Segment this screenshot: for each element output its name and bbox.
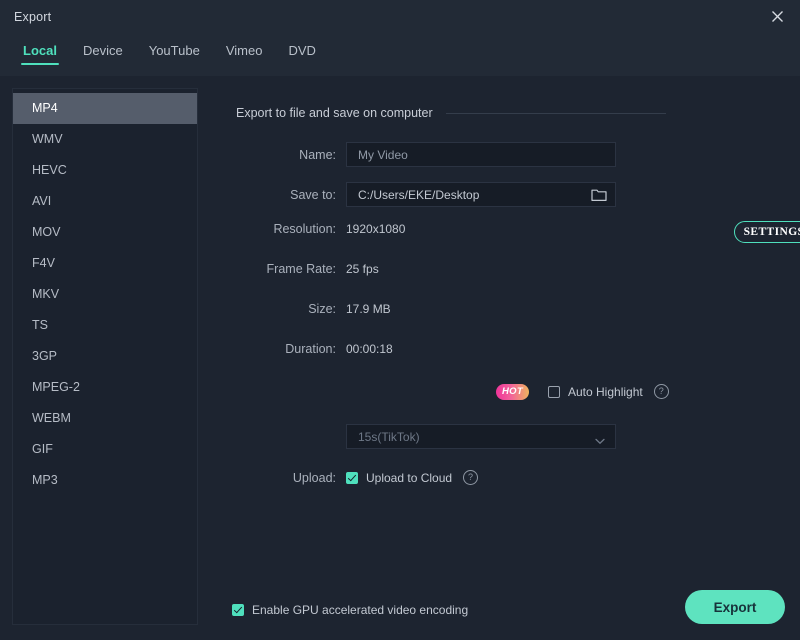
export-dialog: Export Local Device YouTube Vimeo DVD MP… — [0, 0, 800, 640]
save-to-row: Save to: C:/Users/EKE/Desktop — [198, 182, 616, 207]
gpu-acceleration-checkbox[interactable] — [232, 604, 244, 616]
size-label: Size: — [308, 302, 336, 316]
auto-highlight-checkbox-group[interactable]: Auto Highlight ? — [548, 384, 669, 399]
resolution-label: Resolution: — [273, 222, 336, 236]
frame-rate-row: Frame Rate: 25 fps — [198, 262, 379, 276]
auto-highlight-checkbox[interactable] — [548, 385, 560, 398]
title-bar: Export — [0, 0, 800, 33]
highlight-duration-row: 15s(TikTok) — [198, 424, 616, 449]
auto-highlight-help-icon[interactable]: ? — [653, 384, 669, 399]
format-item-gif[interactable]: GIF — [13, 434, 197, 465]
format-item-ts[interactable]: TS — [13, 310, 197, 341]
folder-icon — [591, 189, 607, 201]
format-item-wmv[interactable]: WMV — [13, 124, 197, 155]
name-row: Name: My Video — [198, 142, 616, 167]
tab-dvd[interactable]: DVD — [275, 33, 328, 66]
save-to-label: Save to: — [290, 187, 336, 202]
export-settings-panel: Export to file and save on computer Name… — [198, 88, 800, 625]
duration-row: Duration: 00:00:18 — [198, 342, 393, 356]
duration-value: 00:00:18 — [346, 342, 393, 356]
highlight-duration-select[interactable]: 15s(TikTok) — [346, 424, 616, 449]
format-item-3gp[interactable]: 3GP — [13, 341, 197, 372]
tab-vimeo[interactable]: Vimeo — [213, 33, 276, 66]
format-item-mp3[interactable]: MP3 — [13, 465, 197, 496]
gpu-acceleration-label: Enable GPU accelerated video encoding — [252, 603, 469, 617]
frame-rate-value: 25 fps — [346, 262, 379, 276]
name-label: Name: — [299, 147, 336, 162]
duration-label: Duration: — [285, 342, 336, 356]
section-title: Export to file and save on computer — [236, 106, 433, 120]
name-input[interactable]: My Video — [346, 142, 616, 167]
format-item-mp4[interactable]: MP4 — [13, 93, 197, 124]
auto-highlight-label: Auto Highlight — [568, 384, 643, 399]
auto-highlight-row: HOT Auto Highlight ? — [198, 383, 669, 400]
resolution-row: Resolution: 1920x1080 SETTINGS — [198, 221, 800, 243]
upload-to-cloud-label: Upload to Cloud — [366, 470, 453, 485]
settings-button[interactable]: SETTINGS — [734, 221, 800, 243]
tab-local[interactable]: Local — [10, 33, 70, 66]
size-row: Size: 17.9 MB — [198, 302, 391, 316]
tab-device[interactable]: Device — [70, 33, 136, 66]
close-icon — [771, 11, 783, 22]
highlight-duration-value: 15s(TikTok) — [358, 429, 420, 444]
upload-checkbox-group[interactable]: Upload to Cloud ? — [346, 470, 479, 485]
upload-label: Upload: — [292, 470, 336, 485]
format-item-webm[interactable]: WEBM — [13, 403, 197, 434]
section-header: Export to file and save on computer — [236, 106, 666, 120]
tab-youtube[interactable]: YouTube — [136, 33, 213, 66]
browse-folder-button[interactable] — [591, 187, 607, 205]
save-to-value: C:/Users/EKE/Desktop — [358, 187, 480, 202]
upload-row: Upload: Upload to Cloud ? — [198, 470, 479, 485]
format-item-mkv[interactable]: MKV — [13, 279, 197, 310]
window-title: Export — [14, 9, 52, 24]
frame-rate-label: Frame Rate: — [266, 262, 336, 276]
format-item-hevc[interactable]: HEVC — [13, 155, 197, 186]
size-value: 17.9 MB — [346, 302, 391, 316]
upload-help-icon[interactable]: ? — [463, 470, 479, 485]
gpu-checkbox-group[interactable]: Enable GPU accelerated video encoding — [232, 603, 468, 617]
format-item-mpeg2[interactable]: MPEG-2 — [13, 372, 197, 403]
format-item-avi[interactable]: AVI — [13, 186, 197, 217]
resolution-value: 1920x1080 — [346, 222, 406, 236]
format-item-f4v[interactable]: F4V — [13, 248, 197, 279]
close-button[interactable] — [754, 0, 800, 33]
hot-badge: HOT — [496, 383, 529, 400]
format-list: MP4 WMV HEVC AVI MOV F4V MKV TS 3GP MPEG… — [12, 88, 198, 625]
upload-to-cloud-checkbox[interactable] — [346, 471, 358, 484]
tab-bar: Local Device YouTube Vimeo DVD — [0, 33, 800, 76]
format-item-mov[interactable]: MOV — [13, 217, 197, 248]
export-button[interactable]: Export — [685, 590, 785, 624]
section-divider — [445, 112, 666, 114]
save-to-input[interactable]: C:/Users/EKE/Desktop — [346, 182, 616, 207]
chevron-down-icon — [595, 434, 605, 448]
